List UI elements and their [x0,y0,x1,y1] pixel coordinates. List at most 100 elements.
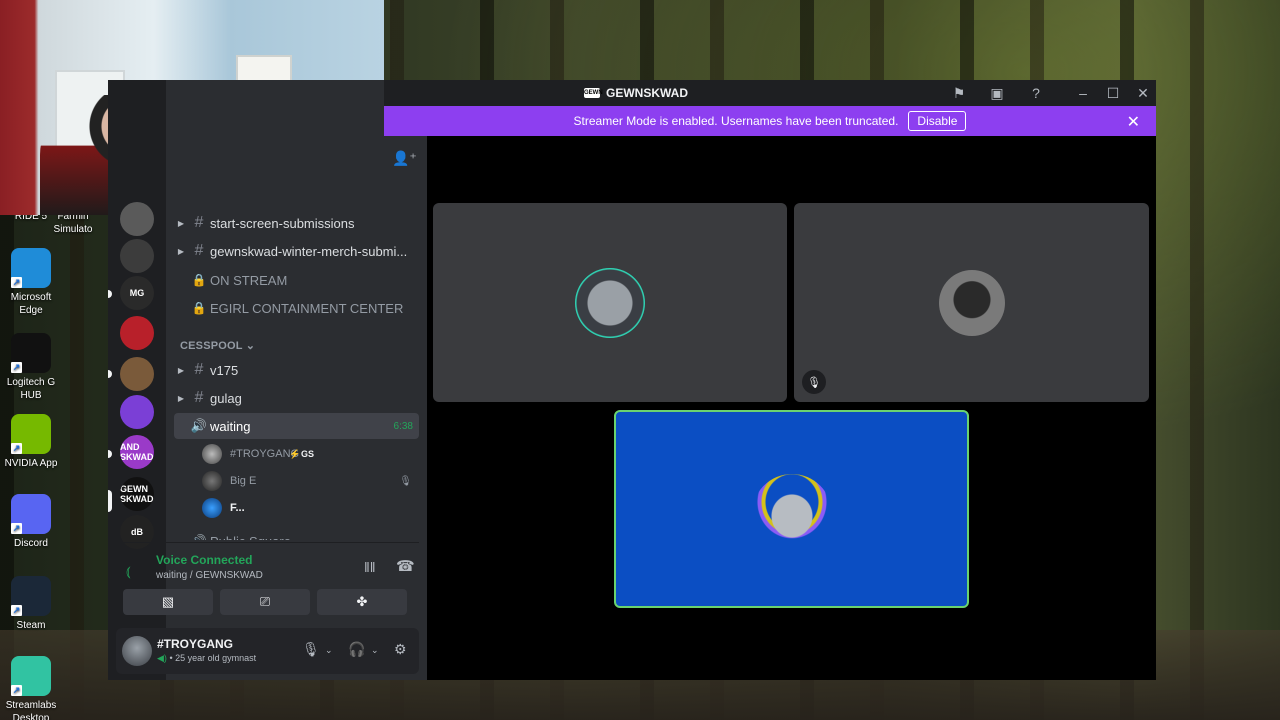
muted-mic-icon: 🎙 [399,475,412,487]
category-cesspool[interactable]: CESSPOOL ⌄ [180,339,255,352]
voice-user[interactable]: Big E 🎙 [202,468,412,494]
camera-button[interactable]: ▧ [123,589,213,615]
shortcut-arrow-icon: ↗ [11,685,22,696]
video-tile-1[interactable] [433,203,787,402]
server-unread-pill [108,450,112,458]
avatar[interactable] [122,636,152,666]
server-icon[interactable] [120,239,154,273]
server-icon-label: GEWN SKWAD [120,484,154,504]
server-unread-pill [108,290,112,298]
close-icon[interactable]: ✕ [1134,85,1152,101]
flag-icon[interactable]: ⚑ [950,85,968,101]
shortcut-arrow-icon: ↗ [11,362,22,373]
channel-name: ON STREAM [210,272,288,288]
gear-icon[interactable]: ⚙ [394,641,407,658]
server-icon[interactable]: AND SKWAD [120,435,154,469]
server-icon[interactable] [120,316,154,350]
server-icon-label: dB [131,527,143,537]
server-icon[interactable] [120,395,154,429]
channel-name: gulag [210,390,242,406]
left-column: MG AND SKWAD GEWN SKWAD dB ▶ # start-screen-s… [108,80,427,680]
speaker-icon: 🔊 [188,534,210,540]
desktop-icon-label: NVIDIA App [4,458,58,469]
hashtag-icon: # [194,361,204,378]
maximize-icon[interactable]: ☐ [1104,85,1122,101]
voice-user[interactable]: F... [202,495,412,521]
signal-icon[interactable]: ⦅ [126,563,131,580]
desktop-icon[interactable]: ↗ Streamlabs Desktop [0,656,62,720]
avatar [202,498,222,518]
user-name[interactable]: #TROYGANG [157,637,233,651]
channel-name: v175 [210,362,239,378]
speaker-icon: 🔊 [190,418,208,433]
title-bar: GEWN GEWNSKWAD ⚑ ▣ ? – ☐ ✕ [384,80,1156,106]
desktop-icon-label: Discord [14,538,48,549]
channel-item[interactable]: ▶ # v175 [174,357,419,383]
hashtag-icon: # [194,389,204,406]
channel-item[interactable]: ▶ # start-screen-submissions [174,210,419,236]
help-icon[interactable]: ? [1027,85,1045,101]
user-panel: #TROYGANG ◀) • 25 year old gymnast 🎙 ⌄ 🎧… [116,628,419,674]
discord-icon: ↗ [11,494,51,534]
add-friend-icon[interactable]: 👤⁺ [392,150,417,167]
camera-off-icon: ▧ [161,594,175,609]
desktop-icon[interactable]: ↗ Discord [0,494,62,550]
channel-name: Public Square [210,534,291,541]
channel-item[interactable]: 🔒 ON STREAM [174,267,419,293]
shortcut-arrow-icon: ↗ [11,443,22,454]
voice-connected-status[interactable]: Voice Connected [156,553,252,567]
chevron-down-icon[interactable]: ⌄ [371,645,379,656]
screen-share-icon: ⎚ [259,594,271,609]
channel-name: EGIRL CONTAINMENT CENTER [210,300,404,316]
shortcut-arrow-icon: ↗ [11,523,22,534]
channel-item[interactable]: ▶ # gewnskwad-winter-merch-submi... [174,238,419,264]
activities-button[interactable]: ✤ [317,589,407,615]
desktop-icon[interactable]: ↗ Microsoft Edge [0,248,62,317]
server-icon[interactable]: GEWN SKWAD [120,477,154,511]
streamer-mode-text: Streamer Mode is enabled. Usernames have… [573,114,899,128]
headphones-icon[interactable]: 🎧 [348,641,365,658]
server-selected-pill [108,490,112,512]
channel-item[interactable]: 🔊Public Square [174,528,419,541]
voice-connected-location[interactable]: waiting / GEWNSKWAD [156,570,263,581]
microphone-icon[interactable]: 🎙 [302,641,320,658]
chevron-down-icon: ⌄ [242,340,256,352]
video-tile-2[interactable]: 🎙 [794,203,1149,402]
channel-item[interactable]: ▶ # gulag [174,385,419,411]
chevron-down-icon[interactable]: ⌄ [325,645,333,656]
server-icon[interactable] [120,202,154,236]
steam-icon: ↗ [11,576,51,616]
video-tile-speaking[interactable] [614,410,969,608]
avatar [751,474,832,544]
noise-suppression-icon[interactable]: ‖‖ [364,559,376,575]
nvidia-icon: ↗ [11,414,51,454]
banner-close-icon[interactable]: ✕ [1127,112,1140,132]
server-logo-icon: GEWN [584,88,603,98]
muted-mic-icon: 🎙 [802,370,826,394]
voice-connected-panel: ⦅ Voice Connected waiting / GEWNSKWAD ‖‖… [116,542,419,628]
disable-button[interactable]: Disable [908,111,967,131]
hashtag-icon: # [194,242,204,259]
voice-user[interactable]: #TROYGANG ⚡ GS [202,441,412,467]
channel-item[interactable]: 🔊 waiting 6:38 [174,413,419,439]
inbox-icon[interactable]: ▣ [988,85,1006,101]
desktop-icon[interactable]: ↗ Steam [0,576,62,632]
edge-icon: ↗ [11,248,51,288]
screen-share-button[interactable]: ⎚ [220,589,310,615]
lock-icon: 🔒 [191,273,207,287]
avatar [202,471,222,491]
server-icon[interactable]: MG [120,276,154,310]
channel-item[interactable]: 🔒 EGIRL CONTAINMENT CENTER [174,295,419,321]
disconnect-icon[interactable]: ☎ [396,557,415,575]
discord-window: MG AND SKWAD GEWN SKWAD dB ▶ # start-screen-s… [108,80,1156,680]
voice-user-name: #TROYGANG [230,448,300,460]
desktop-icon[interactable]: ↗ Logitech G HUB [0,333,62,402]
minimize-icon[interactable]: – [1074,85,1092,101]
avatar [202,444,222,464]
window-title: GEWN GEWNSKWAD [584,86,688,100]
category-label: CESSPOOL [180,340,243,352]
desktop-icon[interactable]: ↗ NVIDIA App [0,414,62,470]
desktop-icon-label: Steam [16,620,46,631]
avatar [938,269,1005,336]
server-icon[interactable] [120,357,154,391]
